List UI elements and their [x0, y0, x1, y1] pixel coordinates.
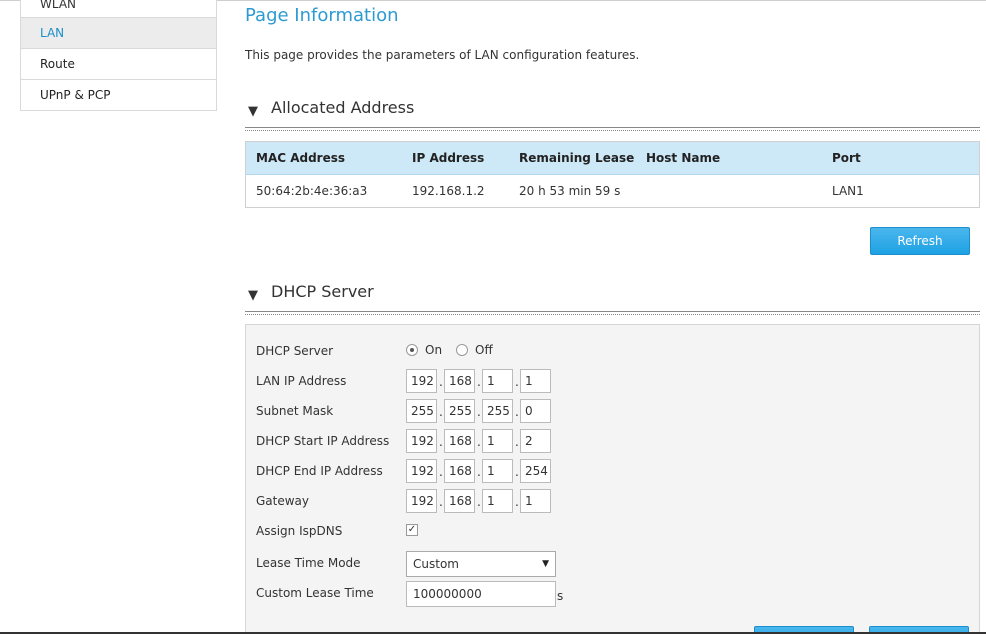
ip-dot: .: [515, 405, 519, 419]
ip-dot: .: [515, 465, 519, 479]
ip-octet-field[interactable]: 255: [406, 399, 437, 423]
ip-octet-field[interactable]: 1: [482, 489, 513, 513]
column-header-hostname: Host Name: [646, 151, 721, 165]
collapse-triangle-icon[interactable]: ▼: [248, 104, 258, 119]
ip-octet-field[interactable]: 192: [406, 369, 437, 393]
ip-octet-field[interactable]: 168: [444, 489, 475, 513]
table-row: 50:64:2b:4e:36:a3 192.168.1.2 20 h 53 mi…: [246, 175, 979, 207]
dhcp-panel: DHCP Server On Off LAN IP Address 192 . …: [245, 324, 980, 634]
ip-octet-field[interactable]: 168: [444, 369, 475, 393]
dhcp-off-radio[interactable]: [456, 344, 468, 356]
column-header-ip: IP Address: [412, 151, 485, 165]
gateway-row: Gateway 192 . 168 . 1 . 1: [246, 487, 981, 515]
ip-octet-field[interactable]: 192: [406, 489, 437, 513]
divider: [245, 314, 980, 315]
ip-dot: .: [439, 375, 443, 389]
column-header-port: Port: [832, 151, 861, 165]
ip-dot: .: [477, 435, 481, 449]
field-label: DHCP Server: [256, 344, 334, 358]
ip-dot: .: [515, 495, 519, 509]
ip-octet-field[interactable]: 192: [406, 459, 437, 483]
page-description: This page provides the parameters of LAN…: [245, 48, 640, 62]
ip-octet-field[interactable]: 1: [482, 459, 513, 483]
ip-octet-field[interactable]: 168: [444, 459, 475, 483]
dhcp-end-ip-row: DHCP End IP Address 192 . 168 . 1 . 254: [246, 457, 981, 485]
ip-dot: .: [515, 375, 519, 389]
subnet-mask-row: Subnet Mask 255 . 255 . 255 . 0: [246, 397, 981, 425]
ip-octet-field[interactable]: 255: [444, 399, 475, 423]
sidebar-item-label: Route: [40, 57, 75, 71]
dhcp-section-header[interactable]: ▼ DHCP Server: [245, 282, 980, 315]
allocated-section-header[interactable]: ▼ Allocated Address: [245, 98, 980, 131]
dhcp-start-ip-row: DHCP Start IP Address 192 . 168 . 1 . 2: [246, 427, 981, 455]
ip-dot: .: [439, 495, 443, 509]
cell-port: LAN1: [832, 184, 864, 198]
table-header-row: MAC Address IP Address Remaining Lease H…: [246, 142, 979, 175]
ip-octet-field[interactable]: 2: [520, 429, 551, 453]
sidebar-item-route[interactable]: Route: [20, 49, 217, 80]
select-value: Custom: [413, 557, 459, 571]
dhcp-on-radio[interactable]: [406, 344, 418, 356]
ip-dot: .: [439, 465, 443, 479]
field-label: Custom Lease Time: [256, 586, 374, 600]
column-header-mac: MAC Address: [256, 151, 346, 165]
collapse-triangle-icon[interactable]: ▼: [248, 288, 258, 303]
sidebar-item-label: WLAN: [40, 0, 77, 11]
unit-label: s: [557, 589, 564, 603]
ip-dot: .: [477, 495, 481, 509]
radio-label-off: Off: [475, 343, 493, 357]
section-title: Allocated Address: [271, 98, 415, 117]
cell-ip: 192.168.1.2: [412, 184, 485, 198]
ip-octet-field[interactable]: 168: [444, 429, 475, 453]
ip-octet-field[interactable]: 0: [520, 399, 551, 423]
ip-dot: .: [477, 375, 481, 389]
ip-dot: .: [477, 465, 481, 479]
assign-ispdns-checkbox[interactable]: ✓: [406, 524, 418, 536]
field-label: Lease Time Mode: [256, 556, 361, 570]
ip-octet-field[interactable]: 255: [482, 399, 513, 423]
column-header-lease: Remaining Lease: [519, 151, 635, 165]
section-title: DHCP Server: [271, 282, 374, 301]
ip-octet-field[interactable]: 1: [520, 369, 551, 393]
sidebar-item-wlan[interactable]: WLAN: [20, 0, 217, 18]
custom-lease-row: Custom Lease Time 100000000 s: [246, 579, 981, 607]
ip-octet-field[interactable]: 1: [520, 489, 551, 513]
radio-label-on: On: [425, 343, 443, 357]
ip-octet-field[interactable]: 254: [520, 459, 551, 483]
cell-mac: 50:64:2b:4e:36:a3: [256, 184, 368, 198]
lease-mode-select[interactable]: Custom ▼: [406, 551, 556, 577]
sidebar-item-lan[interactable]: LAN: [20, 18, 217, 49]
ip-dot: .: [477, 405, 481, 419]
custom-lease-input[interactable]: 100000000: [406, 581, 556, 607]
sidebar-item-label: UPnP & PCP: [40, 88, 111, 102]
ip-dot: .: [515, 435, 519, 449]
field-label: Subnet Mask: [256, 404, 334, 418]
page-title: Page Information: [245, 5, 399, 26]
ip-octet-field[interactable]: 1: [482, 429, 513, 453]
allocated-address-table: MAC Address IP Address Remaining Lease H…: [245, 141, 980, 208]
ip-octet-field[interactable]: 1: [482, 369, 513, 393]
assign-ispdns-row: Assign IspDNS ✓: [246, 517, 981, 545]
ip-octet-field[interactable]: 192: [406, 429, 437, 453]
field-label: LAN IP Address: [256, 374, 347, 388]
lan-ip-row: LAN IP Address 192 . 168 . 1 . 1: [246, 367, 981, 395]
field-label: DHCP End IP Address: [256, 464, 383, 478]
field-label: Assign IspDNS: [256, 524, 343, 538]
field-label: DHCP Start IP Address: [256, 434, 390, 448]
lease-mode-row: Lease Time Mode Custom ▼: [246, 549, 981, 577]
dropdown-arrow-icon: ▼: [542, 559, 549, 569]
ip-dot: .: [439, 435, 443, 449]
dhcp-server-row: DHCP Server On Off: [246, 337, 981, 365]
refresh-button[interactable]: Refresh: [870, 227, 970, 255]
ip-dot: .: [439, 405, 443, 419]
cell-lease: 20 h 53 min 59 s: [519, 184, 621, 198]
field-label: Gateway: [256, 494, 310, 508]
sidebar-item-upnp-pcp[interactable]: UPnP & PCP: [20, 80, 217, 111]
divider: [245, 130, 980, 131]
sidebar-item-label: LAN: [40, 26, 65, 40]
sidebar: WLAN LAN Route UPnP & PCP: [20, 0, 217, 111]
